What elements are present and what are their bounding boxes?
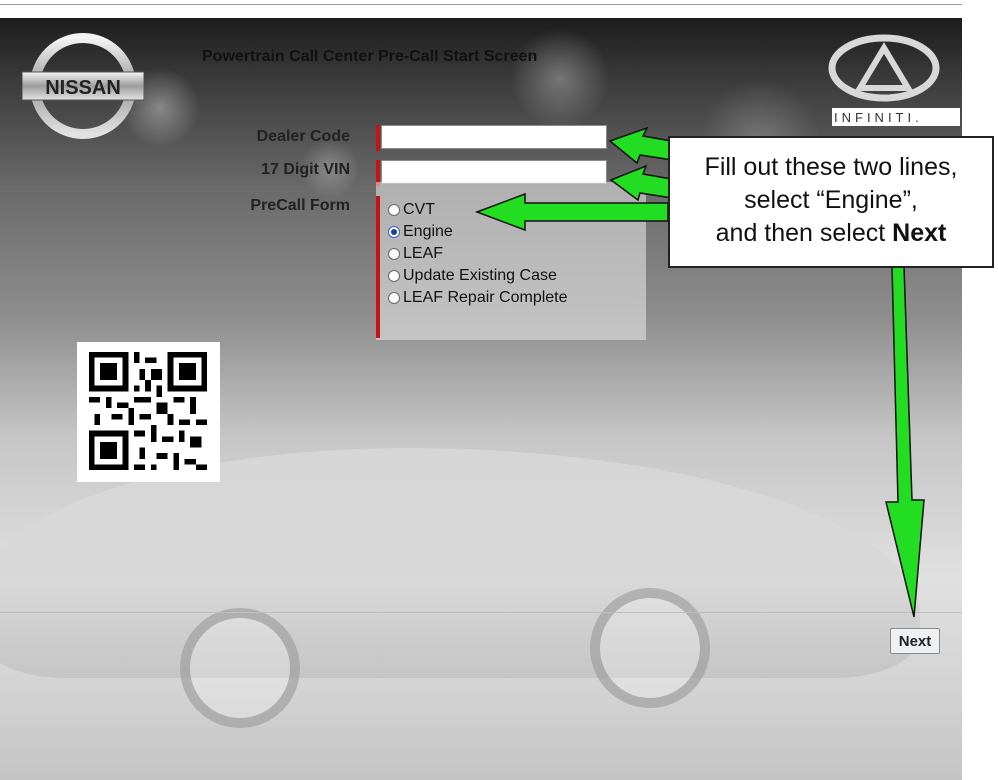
- radio-button[interactable]: [388, 204, 400, 216]
- required-marker: [376, 125, 380, 151]
- callout-line: select “Engine”,: [744, 186, 918, 214]
- radio-label: LEAF: [403, 245, 444, 262]
- required-marker: [376, 196, 380, 338]
- dealer-code-input[interactable]: [381, 125, 607, 149]
- radio-button[interactable]: [388, 270, 400, 282]
- instruction-callout: Fill out these two lines, select “Engine…: [668, 136, 994, 268]
- radio-button-selected[interactable]: [388, 226, 400, 238]
- footer-divider: [0, 612, 962, 613]
- car-wheel-icon: [590, 588, 710, 708]
- radio-button[interactable]: [388, 292, 400, 304]
- nissan-logo: NISSAN: [21, 24, 145, 142]
- svg-text:NISSAN: NISSAN: [45, 77, 121, 99]
- infiniti-logo: INFINITI.: [820, 28, 960, 126]
- radio-button[interactable]: [388, 248, 400, 260]
- radio-option-leaf-repair-complete[interactable]: LEAF Repair Complete: [388, 288, 568, 308]
- callout-line: Fill out these two lines,: [704, 153, 958, 181]
- vin-input[interactable]: [381, 160, 607, 184]
- radio-label: Engine: [403, 223, 453, 240]
- radio-option-update-existing-case[interactable]: Update Existing Case: [388, 266, 557, 286]
- radio-label: LEAF Repair Complete: [403, 289, 568, 306]
- radio-option-cvt[interactable]: CVT: [388, 200, 435, 220]
- callout-text: and then select: [715, 219, 893, 247]
- callout-line: and then select Next: [670, 217, 992, 250]
- next-button[interactable]: Next: [890, 628, 940, 654]
- dealer-code-label: Dealer Code: [256, 128, 350, 145]
- svg-text:INFINITI.: INFINITI.: [834, 110, 923, 125]
- callout-emphasis: Next: [892, 219, 947, 247]
- vin-label: 17 Digit VIN: [261, 161, 350, 178]
- car-wheel-icon: [180, 608, 300, 728]
- top-rule: [0, 4, 962, 5]
- radio-option-engine[interactable]: Engine: [388, 222, 453, 242]
- radio-option-leaf[interactable]: LEAF: [388, 244, 443, 264]
- car-silhouette-background: [0, 448, 920, 678]
- qr-code: [77, 342, 220, 482]
- radio-label: Update Existing Case: [403, 267, 557, 284]
- precall-form-label: PreCall Form: [250, 197, 350, 214]
- page-title: Powertrain Call Center Pre-Call Start Sc…: [202, 48, 538, 65]
- radio-label: CVT: [403, 201, 435, 218]
